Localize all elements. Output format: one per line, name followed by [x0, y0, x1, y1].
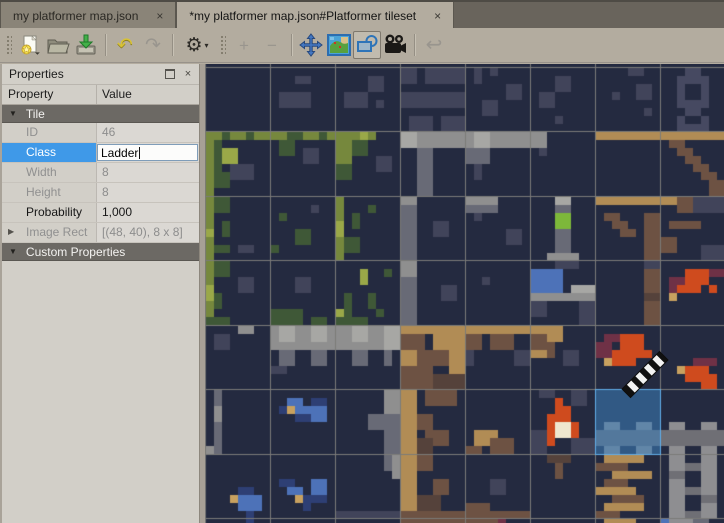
shapes-tool-button[interactable]: [353, 31, 381, 59]
chevron-right-icon[interactable]: ▶: [8, 223, 14, 241]
tab-map-file[interactable]: my platformer map.json ×: [0, 2, 176, 30]
tileset-image-icon: [327, 34, 351, 56]
group-label: Tile: [26, 107, 45, 121]
property-row-height[interactable]: Height 8: [2, 183, 199, 203]
class-value-text: Ladder: [101, 144, 138, 162]
property-row-probability[interactable]: Probability 1,000: [2, 203, 199, 223]
float-icon: [165, 69, 175, 79]
tab-label: my platformer map.json: [13, 9, 138, 23]
property-row-id[interactable]: ID 46: [2, 123, 199, 143]
tileset-image-button[interactable]: [325, 31, 353, 59]
group-label: Custom Properties: [26, 245, 125, 259]
panel-title: Properties: [9, 67, 64, 81]
property-row-class[interactable]: Class Ladder: [2, 143, 199, 163]
redo-icon: ↷: [145, 36, 161, 55]
close-icon[interactable]: ×: [154, 9, 165, 23]
toolbar-separator: [105, 34, 106, 56]
tab-label: *my platformer map.json#Platformer tiles…: [189, 9, 416, 23]
toolbar-grip-handle[interactable]: [220, 35, 226, 55]
move-tool-button[interactable]: [297, 31, 325, 59]
class-value-input[interactable]: Ladder: [97, 144, 198, 161]
undo-icon: ↶: [117, 36, 133, 55]
property-value: 1,000: [97, 203, 199, 222]
shapes-tool-icon: [355, 33, 379, 57]
property-label: ID: [2, 123, 97, 142]
property-value: 8: [97, 163, 199, 182]
camera-icon: [382, 33, 408, 57]
remove-button: −: [258, 31, 286, 59]
return-arrow-icon: ↩: [426, 35, 443, 55]
toolbar-grip-handle[interactable]: [6, 35, 12, 55]
open-folder-icon: [46, 34, 70, 56]
undo-button[interactable]: ↶: [111, 31, 139, 59]
chevron-down-icon: ▼: [9, 247, 17, 256]
new-file-button[interactable]: [16, 31, 44, 59]
property-label: Height: [2, 183, 97, 202]
group-header-custom-properties[interactable]: ▼ Custom Properties: [2, 243, 199, 261]
property-value: 8: [97, 183, 199, 202]
redo-button: ↷: [139, 31, 167, 59]
save-button[interactable]: [72, 31, 100, 59]
document-tab-bar: my platformer map.json × *my platformer …: [0, 0, 724, 30]
new-file-icon: [19, 34, 41, 56]
open-file-button[interactable]: [44, 31, 72, 59]
toolbar-separator: [172, 34, 173, 56]
float-panel-button[interactable]: [163, 67, 177, 81]
tab-tileset[interactable]: *my platformer map.json#Platformer tiles…: [176, 2, 454, 30]
close-icon[interactable]: ×: [432, 9, 443, 23]
move-tool-icon: [299, 33, 323, 57]
properties-title-bar[interactable]: Properties ×: [2, 64, 199, 85]
column-property: Property: [2, 85, 97, 104]
toolbar-separator: [291, 34, 292, 56]
automap-button[interactable]: ⚙ ▾: [178, 31, 216, 59]
properties-panel: Properties × Property Value ▼ Tile ID 46…: [0, 64, 199, 523]
property-label: Probability: [2, 203, 97, 222]
tileset-view[interactable]: [205, 64, 724, 523]
save-icon: [74, 33, 98, 57]
property-row-width[interactable]: Width 8: [2, 163, 199, 183]
done-button: ↩: [420, 31, 448, 59]
main-toolbar: ↶ ↷ ⚙ ▾ + −: [0, 28, 724, 63]
plus-icon: +: [239, 37, 249, 54]
property-value: 46: [97, 123, 199, 142]
property-value: [(48, 40), 8 x 8]: [97, 223, 199, 242]
toolbar-separator: [414, 34, 415, 56]
chevron-down-icon: ▾: [205, 41, 209, 50]
property-label: Class: [2, 143, 97, 162]
add-button: +: [230, 31, 258, 59]
gears-icon: ⚙: [185, 36, 202, 55]
property-label: Width: [2, 163, 97, 182]
close-panel-button[interactable]: ×: [181, 67, 195, 81]
camera-button[interactable]: [381, 31, 409, 59]
property-label: ▶ Image Rect: [2, 223, 97, 242]
minus-icon: −: [267, 37, 277, 54]
tiled-editor-window: my platformer map.json × *my platformer …: [0, 0, 724, 523]
properties-column-header: Property Value: [2, 85, 199, 105]
group-header-tile[interactable]: ▼ Tile: [2, 105, 199, 123]
column-value: Value: [97, 85, 199, 104]
text-caret: [139, 147, 140, 159]
property-row-image-rect[interactable]: ▶ Image Rect [(48, 40), 8 x 8]: [2, 223, 199, 243]
chevron-down-icon: ▼: [9, 109, 17, 118]
